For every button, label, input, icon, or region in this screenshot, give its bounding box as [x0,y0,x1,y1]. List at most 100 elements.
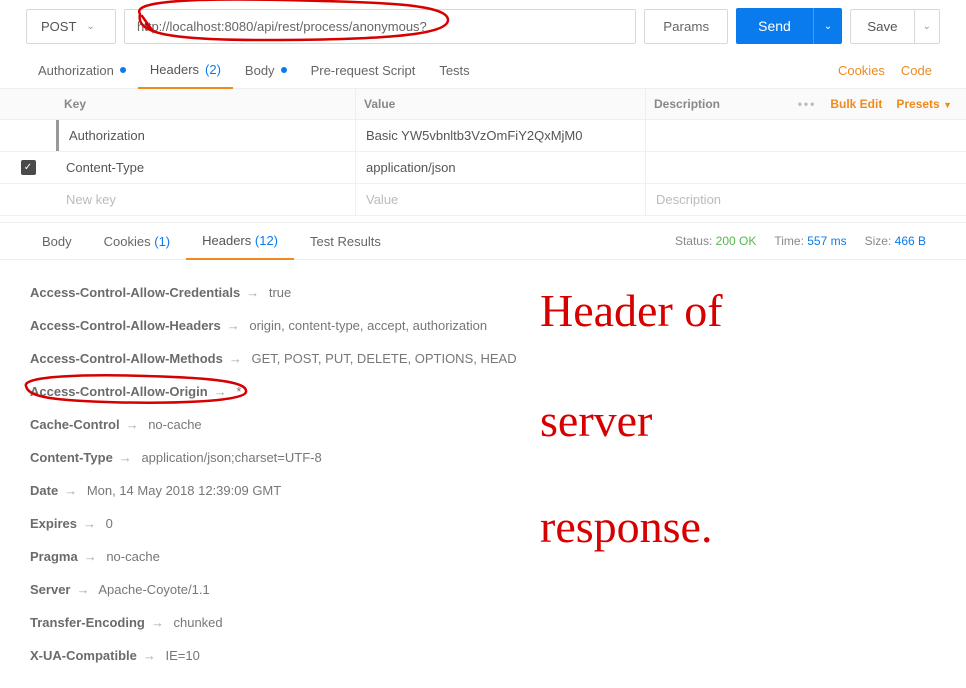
arrow-right-icon: → [229,351,242,366]
save-button[interactable]: Save [850,9,914,44]
header-key[interactable]: Authorization [56,120,356,151]
arrow-right-icon: → [214,384,227,399]
response-header-value: origin, content-type, accept, authorizat… [249,318,487,333]
response-header-key: Access-Control-Allow-Methods [30,351,223,366]
response-header-row: Cache-Control → no-cache [30,408,936,441]
url-input[interactable] [124,9,636,44]
response-header-row: Transfer-Encoding→ chunked [30,606,936,639]
response-header-row: Content-Type → application/json;charset=U… [30,441,936,474]
save-dropdown[interactable]: ⌄ [915,9,940,44]
tab-tests[interactable]: Tests [427,53,481,88]
response-header-row: Pragma→ no-cache [30,540,936,573]
arrow-right-icon: → [143,648,156,663]
arrow-right-icon: → [64,483,77,498]
arrow-right-icon: → [227,318,240,333]
new-value-input[interactable]: Value [356,184,646,215]
save-group: Save ⌄ [850,9,940,44]
response-header-value: 0 [106,516,113,531]
request-bar: POST ⌄ Params Send ⌄ Save ⌄ [0,0,966,52]
response-header-key: Access-Control-Allow-Credentials [30,285,240,300]
table-row[interactable]: ✓ Content-Type application/json [0,152,966,184]
send-button[interactable]: Send [736,8,813,44]
response-header-key: Access-Control-Allow-Headers [30,318,221,333]
new-key-input[interactable]: New key [56,184,356,215]
response-header-value: Apache-Coyote/1.1 [98,582,209,597]
arrow-right-icon: → [246,285,259,300]
http-method-label: POST [41,19,76,34]
tab-body[interactable]: Body [233,53,299,88]
status-time: 557 ms [807,234,846,248]
tab-authorization[interactable]: Authorization [26,53,138,88]
chevron-down-icon: ⌄ [86,21,94,32]
header-key[interactable]: Content-Type [56,152,356,183]
response-header-key: Expires [30,516,77,531]
response-header-key: X-UA-Compatible [30,648,137,663]
tab-resp-headers[interactable]: Headers (12) [186,223,294,260]
response-header-row: Expires → 0 [30,507,936,540]
response-tabs: Body Cookies (1) Headers (12) Test Resul… [0,222,966,260]
response-headers-list: Access-Control-Allow-Credentials→ trueAc… [0,260,966,688]
tab-prerequest[interactable]: Pre-request Script [299,53,428,88]
cookies-link[interactable]: Cookies [830,53,893,88]
table-row-new[interactable]: New key Value Description [0,184,966,216]
status-size: 466 B [895,234,926,248]
send-group: Send ⌄ [736,8,842,44]
triangle-down-icon: ▼ [943,100,952,110]
response-header-key: Access-Control-Allow-Origin [30,384,208,399]
http-method-select[interactable]: POST ⌄ [26,9,116,44]
response-header-row: Access-Control-Allow-Headers → origin, co… [30,309,936,342]
response-header-key: Cache-Control [30,417,120,432]
table-header: Key Value Description ••• Bulk Edit Pres… [0,89,966,120]
col-value: Value [356,89,646,119]
chevron-down-icon: ⌄ [923,21,931,32]
response-header-row: Access-Control-Allow-Origin → * [30,375,936,408]
response-status: Status: 200 OK Time: 557 ms Size: 466 B [675,234,940,248]
response-header-key: Content-Type [30,450,113,465]
table-row[interactable]: Authorization Basic YW5vbnltb3VzOmFiY2Qx… [0,120,966,152]
chevron-down-icon: ⌄ [824,21,832,32]
response-header-value: GET, POST, PUT, DELETE, OPTIONS, HEAD [251,351,516,366]
indicator-dot-icon [120,67,126,73]
request-headers-table: Key Value Description ••• Bulk Edit Pres… [0,89,966,216]
response-header-row: Date → Mon, 14 May 2018 12:39:09 GMT [30,474,936,507]
send-dropdown[interactable]: ⌄ [813,8,842,44]
header-value[interactable]: Basic YW5vbnltb3VzOmFiY2QxMjM0 [356,120,646,151]
tab-resp-tests[interactable]: Test Results [294,224,397,259]
arrow-right-icon: → [151,615,164,630]
arrow-right-icon: → [119,450,132,465]
response-header-value: no-cache [148,417,201,432]
checkbox-checked-icon[interactable]: ✓ [21,160,36,175]
tab-headers[interactable]: Headers (2) [138,52,233,89]
tab-resp-body[interactable]: Body [26,224,88,259]
response-header-value: chunked [173,615,222,630]
response-header-value: application/json;charset=UTF-8 [141,450,321,465]
request-tabs: Authorization Headers (2) Body Pre-reque… [0,52,966,89]
response-header-value: no-cache [106,549,159,564]
response-header-row: Server → Apache-Coyote/1.1 [30,573,936,606]
response-header-key: Date [30,483,58,498]
response-header-value: Mon, 14 May 2018 12:39:09 GMT [87,483,281,498]
response-header-row: Access-Control-Allow-Credentials → true [30,276,936,309]
response-header-value: true [269,285,291,300]
status-code: 200 OK [716,234,757,248]
col-description: Description [646,89,776,119]
response-header-key: Server [30,582,70,597]
response-header-row: Access-Control-Allow-Methods → GET, POST,… [30,342,936,375]
presets-dropdown[interactable]: Presets ▼ [896,97,952,111]
arrow-right-icon: → [83,516,96,531]
response-header-key: Pragma [30,549,78,564]
more-icon[interactable]: ••• [798,97,817,111]
header-value[interactable]: application/json [356,152,646,183]
col-key: Key [56,89,356,119]
arrow-right-icon: → [76,582,89,597]
tab-resp-cookies[interactable]: Cookies (1) [88,224,186,259]
bulk-edit-link[interactable]: Bulk Edit [830,97,882,111]
arrow-right-icon: → [126,417,139,432]
indicator-dot-icon [281,67,287,73]
new-desc-input[interactable]: Description [646,184,966,215]
code-link[interactable]: Code [893,53,940,88]
params-button[interactable]: Params [644,9,728,44]
response-header-value: IE=10 [166,648,200,663]
response-header-row: X-UA-Compatible → IE=10 [30,639,936,672]
response-header-value: * [236,384,241,399]
